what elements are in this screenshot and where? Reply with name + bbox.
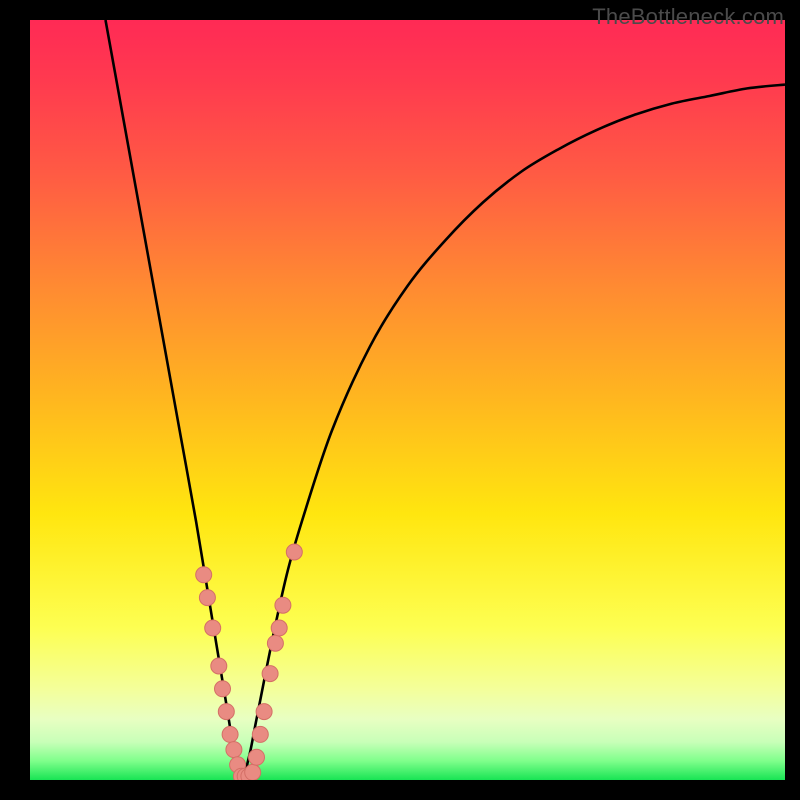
data-marker xyxy=(226,742,242,758)
data-marker xyxy=(199,590,215,606)
data-marker xyxy=(215,681,231,697)
chart-frame: TheBottleneck.com xyxy=(0,0,800,800)
data-marker xyxy=(218,704,234,720)
data-marker xyxy=(286,544,302,560)
curve-layer xyxy=(30,20,785,780)
data-marker xyxy=(245,764,261,780)
data-marker xyxy=(222,726,238,742)
data-marker xyxy=(262,666,278,682)
data-marker xyxy=(211,658,227,674)
data-marker xyxy=(249,749,265,765)
plot-area xyxy=(30,20,785,780)
data-marker xyxy=(275,597,291,613)
data-marker xyxy=(271,620,287,636)
data-marker xyxy=(267,635,283,651)
watermark-text: TheBottleneck.com xyxy=(592,4,784,30)
data-marker xyxy=(256,704,272,720)
data-marker xyxy=(205,620,221,636)
data-marker xyxy=(196,567,212,583)
bottleneck-curve xyxy=(106,20,786,780)
data-marker xyxy=(252,726,268,742)
